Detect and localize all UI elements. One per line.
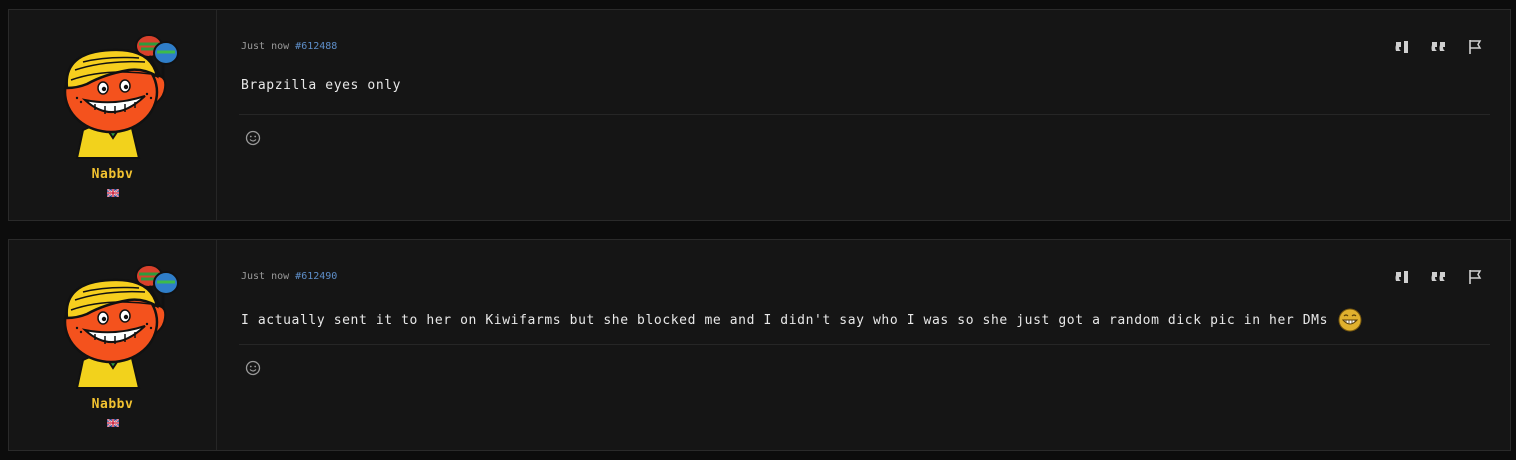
post-meta: Just now #612488 [241,41,337,52]
add-reaction-icon[interactable] [245,360,261,376]
post-time[interactable]: Just now [241,41,289,52]
post-actions [1394,38,1484,56]
username[interactable]: Nabbv [9,397,216,412]
post-time[interactable]: Just now [241,271,289,282]
post-meta: Just now #612490 [241,271,337,282]
avatar[interactable] [53,256,181,392]
uk-flag-icon [107,419,119,427]
post-number-link[interactable]: #612488 [295,41,337,52]
reply-icon[interactable] [1394,268,1412,286]
post: Nabbv Just now #612490 I actually sent it… [8,239,1511,451]
post-message: Brapzilla eyes only [241,78,401,93]
quote-icon[interactable] [1430,38,1448,56]
report-flag-icon[interactable] [1466,38,1484,56]
post-message-text: I actually sent it to her on Kiwifarms b… [241,312,1329,328]
username[interactable]: Nabbv [9,167,216,182]
post-message-text: Brapzilla eyes only [241,78,402,93]
divider [239,114,1490,115]
avatar[interactable] [53,26,181,162]
uk-flag-icon [107,189,119,197]
post: Nabbv Just now #612488 Brapzilla eyes onl… [8,9,1511,221]
post-number-link[interactable]: #612490 [295,271,337,282]
quote-icon[interactable] [1430,268,1448,286]
grin-emoji-icon [1338,308,1362,332]
report-flag-icon[interactable] [1466,268,1484,286]
user-info-panel: Nabbv [9,240,217,450]
reply-icon[interactable] [1394,38,1412,56]
add-reaction-icon[interactable] [245,130,261,146]
post-message: I actually sent it to her on Kiwifarms b… [241,308,1362,332]
divider [239,344,1490,345]
user-info-panel: Nabbv [9,10,217,220]
post-actions [1394,268,1484,286]
